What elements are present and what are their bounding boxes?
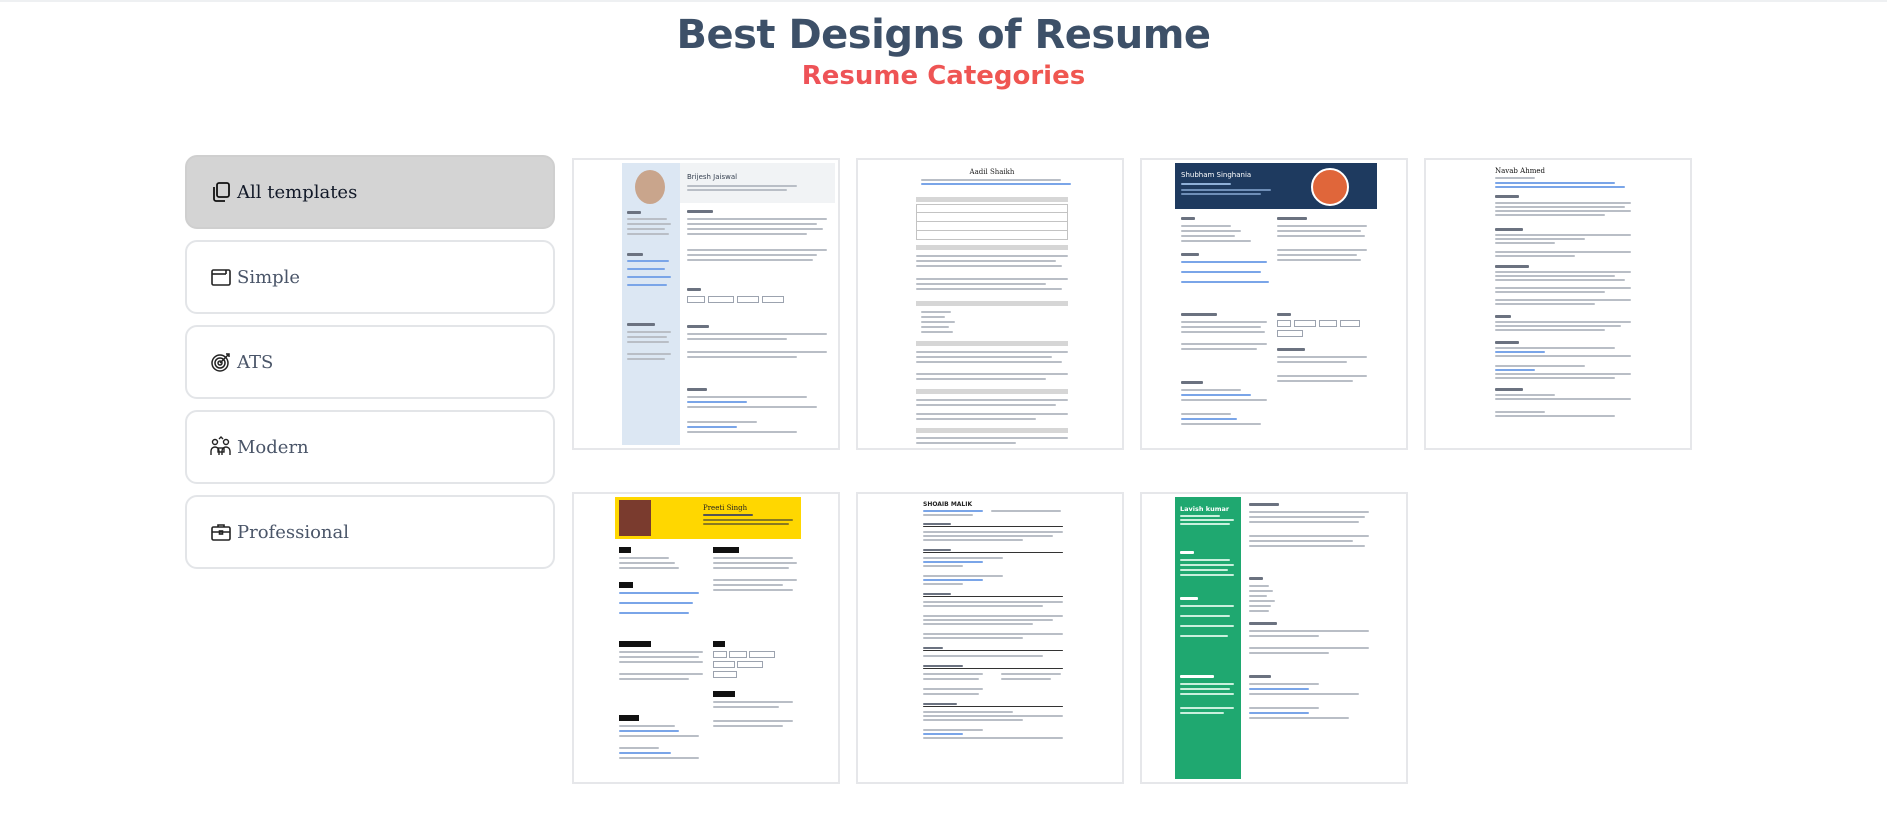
template-name: Preeti Singh	[703, 504, 748, 512]
top-divider	[0, 0, 1887, 2]
category-modern[interactable]: Modern	[185, 410, 555, 484]
template-card[interactable]: SHOAIB MALIK	[856, 492, 1124, 784]
template-name: Lavish kumar	[1180, 505, 1230, 513]
template-card[interactable]: Aadil Shaikh	[856, 158, 1124, 450]
copy-icon	[209, 180, 233, 204]
resume-preview: Navab Ahmed	[1429, 163, 1687, 445]
page-header: Best Designs of Resume Resume Categories	[0, 10, 1887, 92]
category-label: Modern	[237, 436, 309, 458]
team-icon	[209, 435, 233, 459]
template-card[interactable]: Navab Ahmed	[1424, 158, 1692, 450]
category-label: Simple	[237, 266, 301, 288]
template-name: Shubham Singhania	[1181, 171, 1252, 179]
resume-preview: Lavish kumar	[1145, 497, 1403, 779]
template-name: Aadil Shaikh	[969, 168, 1015, 176]
template-card[interactable]: Lavish kumar	[1140, 492, 1408, 784]
category-simple[interactable]: Simple	[185, 240, 555, 314]
category-professional[interactable]: Professional	[185, 495, 555, 569]
category-label: Professional	[237, 521, 350, 543]
resume-preview: Shubham Singhania	[1145, 163, 1403, 445]
briefcase-icon	[209, 520, 233, 544]
target-icon	[209, 350, 233, 374]
template-name: SHOAIB MALIK	[923, 501, 973, 508]
resume-preview: Brijesh Jaiswal	[577, 163, 835, 445]
category-sidebar: All templates Simple ATS Modern Professi…	[185, 155, 555, 580]
category-all-templates[interactable]: All templates	[185, 155, 555, 229]
window-icon	[209, 265, 233, 289]
page-title: Best Designs of Resume	[676, 12, 1212, 58]
template-card[interactable]: Brijesh Jaiswal	[572, 158, 840, 450]
category-ats[interactable]: ATS	[185, 325, 555, 399]
template-name: Brijesh Jaiswal	[687, 173, 738, 181]
template-card[interactable]: Shubham Singhania	[1140, 158, 1408, 450]
template-name: Navab Ahmed	[1495, 167, 1545, 175]
resume-preview: Aadil Shaikh	[861, 163, 1119, 445]
page-subtitle: Resume Categories	[0, 60, 1887, 92]
template-card[interactable]: Preeti Singh	[572, 492, 840, 784]
resume-preview: Preeti Singh	[577, 497, 835, 779]
category-label: All templates	[237, 181, 358, 203]
category-label: ATS	[237, 351, 274, 373]
resume-preview: SHOAIB MALIK	[861, 497, 1119, 779]
